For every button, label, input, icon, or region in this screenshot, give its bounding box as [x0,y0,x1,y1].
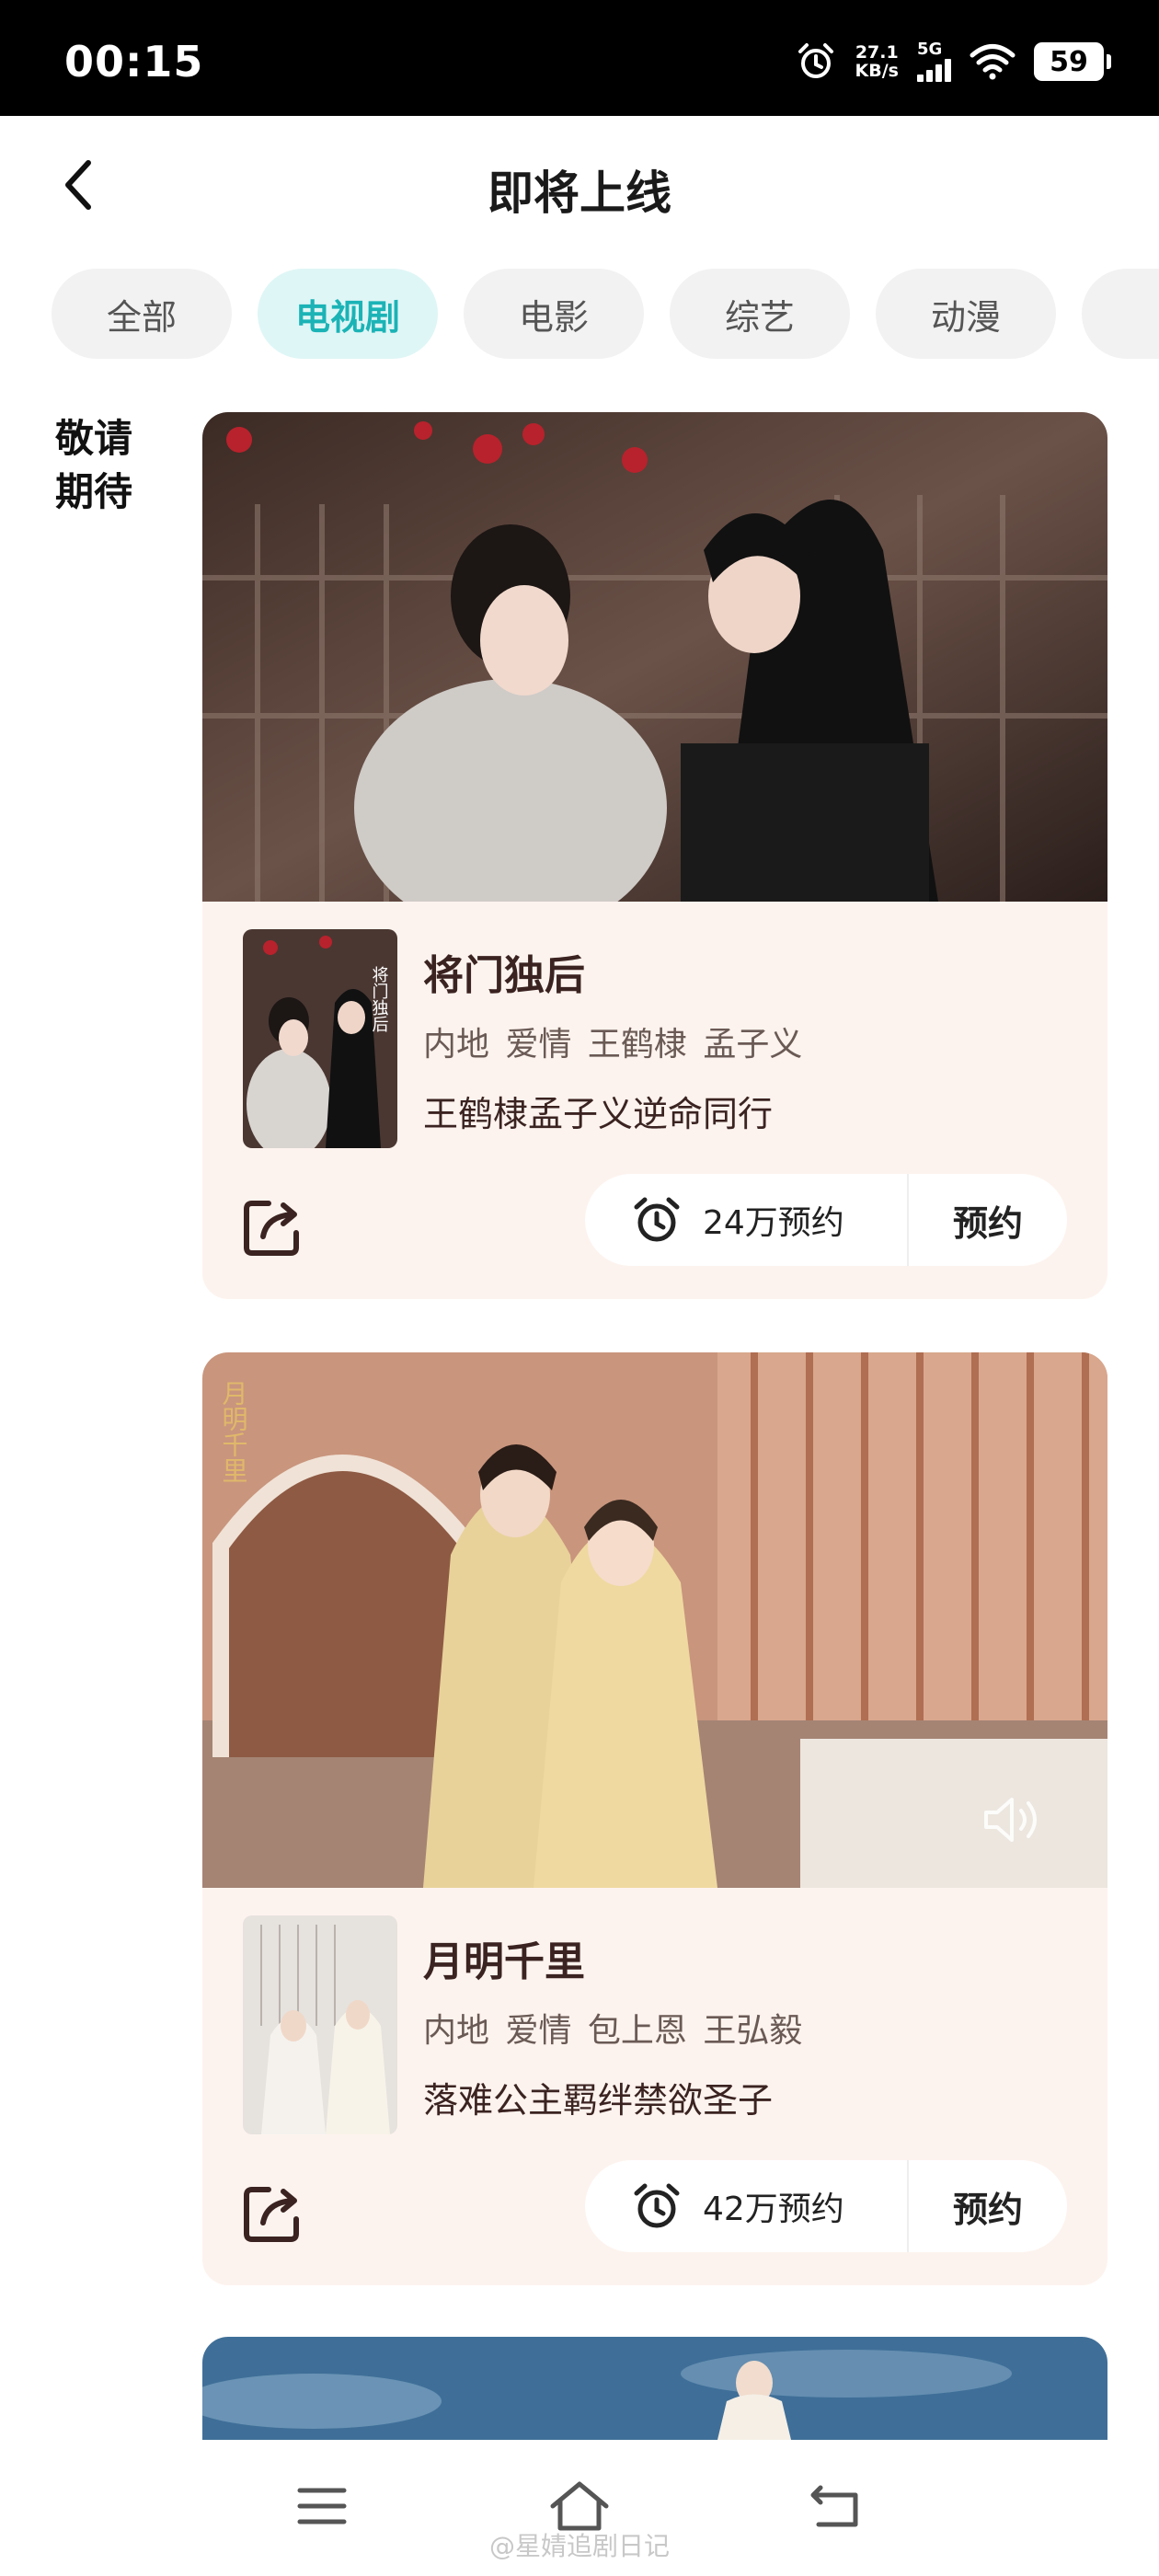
show-card[interactable]: 将门独后 将门独后 内地 爱情 王鹤棣 孟子义 王鹤棣孟子义逆命同行 24万预约 [202,412,1107,1299]
network-type: 5G [917,40,943,59]
reserve-count-button[interactable]: 24万预约 [585,1174,909,1266]
share-icon [244,2187,299,2242]
poster-title-text: 将门独后 [370,966,389,1032]
tab-anime[interactable]: 动漫 [876,269,1056,359]
page-title: 即将上线 [488,167,671,220]
reserve-count: 24万预约 [703,1204,844,1242]
share-button[interactable] [241,1194,305,1259]
status-time: 00:15 [64,37,204,86]
show-card[interactable]: 月明千里 月明千里 内地 爱情 包上恩 王弘毅 落难公主羁绊禁欲圣子 42万预约… [202,1352,1107,2285]
alarm-clock-icon [634,2183,680,2228]
tab-movies[interactable]: 电影 [464,269,644,359]
reserve-count-button[interactable]: 42万预约 [585,2160,909,2252]
reserve-button[interactable]: 预约 [909,1174,1067,1266]
battery-indicator: 59 [1034,42,1111,81]
banner-image[interactable] [202,412,1107,902]
show-card-partial[interactable] [202,2337,1107,2440]
banner-video[interactable]: 月明千里 [202,1352,1107,1888]
reserve-count: 42万预约 [703,2191,844,2228]
show-tags: 内地 爱情 包上恩 王弘毅 [423,2012,803,2050]
tab-variety[interactable]: 综艺 [670,269,850,359]
show-title[interactable]: 月明千里 [423,1928,585,1987]
home-icon [550,2481,609,2531]
system-nav-bar: @星婧追剧日记 [0,2440,1159,2576]
tab-all[interactable]: 全部 [52,269,232,359]
section-label: 敬请期待 [55,416,133,514]
poster-thumbnail[interactable]: 将门独后 [243,929,397,1148]
return-icon [810,2485,858,2527]
show-description: 王鹤棣孟子义逆命同行 [423,1094,774,1134]
status-bar: 00:15 27.1 KB/s 5G 59 [0,0,1159,116]
banner-logo-text: 月明千里 [219,1380,249,1483]
banner-scene [202,412,1107,902]
banner-scene: 月明千里 [202,1352,1107,1888]
net-speed-unit: KB/s [855,61,899,81]
poster-thumbnail[interactable] [243,1915,397,2134]
poster-image [243,1915,397,2134]
status-icons: 27.1 KB/s 5G 59 [795,37,1111,86]
wifi-icon [970,44,1016,80]
reserve-pill: 24万预约 预约 [585,1174,1067,1266]
page-header: 即将上线 [0,116,1159,254]
net-speed-value: 27.1 [855,42,899,63]
show-tags: 内地 爱情 王鹤棣 孟子义 [423,1026,803,1064]
tab-tv-series[interactable]: 电视剧 [258,269,438,359]
alarm-status-icon [798,43,833,78]
category-tabs: 全部 电视剧 电影 综艺 动漫 [52,269,1159,361]
net-speed: 27.1 KB/s [855,43,899,80]
show-description: 落难公主羁绊禁欲圣子 [423,2080,774,2121]
poster-image: 将门独后 [243,929,397,1148]
volume-icon[interactable] [981,1792,1045,1847]
tab-more-partial[interactable] [1082,269,1159,359]
share-icon [244,1201,299,1256]
reserve-pill: 42万预约 预约 [585,2160,1067,2252]
banner-scene [202,2337,1107,2440]
reserve-button[interactable]: 预约 [909,2160,1067,2252]
alarm-clock-icon [634,1197,680,1242]
show-title[interactable]: 将门独后 [423,942,585,1001]
menu-icon [297,2488,347,2524]
watermark: @星婧追剧日记 [488,2531,670,2561]
share-button[interactable] [241,2180,305,2245]
cellular-signal-icon: 5G [917,41,951,82]
